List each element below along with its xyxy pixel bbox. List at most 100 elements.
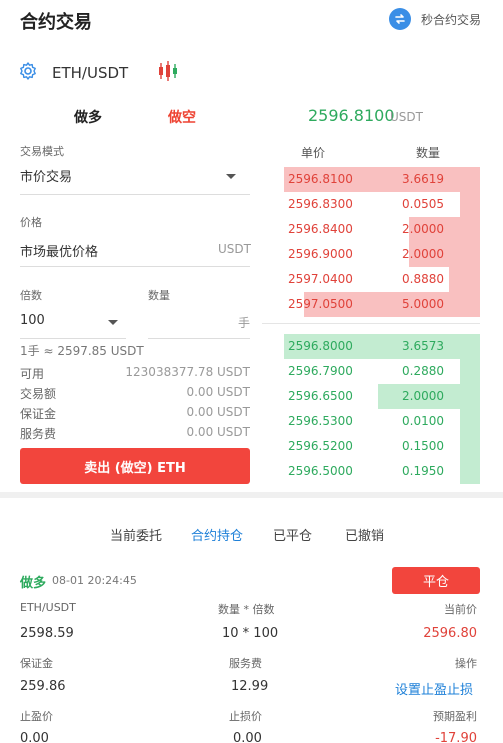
bid-qty: 0.2880: [402, 364, 444, 378]
tab-closed[interactable]: 已平仓: [273, 525, 312, 544]
bid-price: 2596.6500: [288, 389, 353, 403]
bid-row[interactable]: 2596.5000 0.1950: [262, 459, 480, 484]
qty-unit: 手: [238, 316, 251, 330]
gear-icon[interactable]: [18, 61, 38, 85]
ask-price: 2597.0400: [288, 272, 353, 286]
second-contract-label: 秒合约交易: [420, 12, 481, 27]
tab-positions[interactable]: 合约持仓: [191, 525, 243, 544]
candlestick-icon[interactable]: [156, 59, 180, 87]
mode-label: 交易模式: [20, 145, 64, 158]
margin-value: 0.00 USDT: [186, 405, 250, 419]
ask-row[interactable]: 2596.8100 3.6619: [262, 167, 480, 192]
sell-short-button[interactable]: 卖出 (做空) ETH: [20, 448, 250, 484]
ask-qty: 0.8880: [402, 272, 444, 286]
ask-row[interactable]: 2596.8300 0.0505: [262, 192, 480, 217]
margin-label: 保证金: [20, 407, 57, 421]
ask-price: 2596.9000: [288, 247, 353, 261]
bid-qty: 0.1500: [402, 439, 444, 453]
bid-price: 2596.5300: [288, 414, 353, 428]
action-label: 操作: [455, 657, 477, 670]
bid-row[interactable]: 2596.6500 2.0000: [262, 384, 480, 409]
amount-row: 交易额 0.00 USDT: [20, 385, 250, 402]
leverage-label: 倍数: [20, 289, 42, 302]
sl-label: 止损价: [229, 710, 262, 723]
mode-value: 市价交易: [20, 170, 73, 185]
bid-depth-bar: [460, 459, 480, 484]
bid-depth-bar: [460, 409, 480, 434]
qty-lev-value: 10 * 100: [222, 626, 279, 641]
current-price: 2596.80: [423, 626, 477, 641]
fee-value: 0.00 USDT: [186, 425, 250, 439]
ask-row[interactable]: 2596.8400 2.0000: [262, 217, 480, 242]
price-label: 价格: [20, 216, 42, 229]
bid-qty: 0.0100: [402, 414, 444, 428]
open-price: 2598.59: [20, 626, 74, 641]
bid-price: 2596.8000: [288, 339, 353, 353]
ask-qty: 0.0505: [402, 197, 444, 211]
swap-icon: [388, 8, 411, 30]
section-divider: [0, 492, 503, 498]
pair-selector[interactable]: ETH/USDT: [18, 60, 180, 86]
amount-value: 0.00 USDT: [186, 385, 250, 399]
sl-value: 0.00: [233, 731, 262, 743]
set-tp-sl-link[interactable]: 设置止盈止损: [395, 679, 473, 698]
tp-value: 0.00: [20, 731, 49, 743]
ask-price: 2597.0500: [288, 297, 353, 311]
ask-price: 2596.8400: [288, 222, 353, 236]
price-input[interactable]: 市场最优价格: [20, 241, 98, 260]
bid-price: 2596.5200: [288, 439, 353, 453]
price-unit: USDT: [218, 242, 251, 256]
ask-qty: 3.6619: [402, 172, 444, 186]
pnl-value: -17.90: [435, 731, 477, 743]
last-price: 2596.8100: [308, 106, 395, 125]
ob-qty-header: 数量: [416, 146, 441, 160]
pnl-label: 预期盈利: [433, 710, 477, 723]
ask-row[interactable]: 2597.0400 0.8880: [262, 267, 480, 292]
available-row: 可用 123038377.78 USDT: [20, 365, 250, 382]
fee-row: 服务费 0.00 USDT: [20, 425, 250, 442]
margin-value: 259.86: [20, 679, 66, 694]
pair-name: ETH/USDT: [52, 64, 129, 82]
ask-qty: 5.0000: [402, 297, 444, 311]
second-contract-button[interactable]: 秒合约交易: [388, 8, 481, 30]
tab-short[interactable]: 做空: [168, 107, 196, 127]
bid-depth-bar: [460, 434, 480, 459]
pair-label: ETH/USDT: [20, 601, 76, 614]
position-time: 08-01 20:24:45: [52, 574, 137, 587]
leverage-divider: [20, 338, 126, 339]
bid-qty: 0.1950: [402, 464, 444, 478]
qty-divider: [148, 338, 250, 339]
bid-row[interactable]: 2596.5300 0.0100: [262, 409, 480, 434]
bid-price: 2596.7900: [288, 364, 353, 378]
mode-divider: [20, 194, 250, 195]
mode-select[interactable]: 市价交易: [20, 166, 250, 190]
leverage-select[interactable]: 100: [20, 313, 124, 335]
bid-depth-bar: [460, 359, 480, 384]
bid-qty: 2.0000: [402, 389, 444, 403]
leverage-value: 100: [20, 313, 45, 328]
qty-lev-label: 数量 * 倍数: [218, 603, 275, 616]
ask-row[interactable]: 2597.0500 5.0000: [262, 292, 480, 317]
qty-label: 数量: [148, 289, 170, 302]
price-divider: [20, 266, 250, 267]
ask-qty: 2.0000: [402, 222, 444, 236]
ask-row[interactable]: 2596.9000 2.0000: [262, 242, 480, 267]
page-title: 合约交易: [20, 12, 92, 33]
position-direction: 做多: [20, 576, 47, 591]
ask-depth-bar: [449, 267, 480, 292]
bid-row[interactable]: 2596.5200 0.1500: [262, 434, 480, 459]
tab-cancelled[interactable]: 已撤销: [345, 525, 384, 544]
bid-price: 2596.5000: [288, 464, 353, 478]
last-price-unit: USDT: [390, 110, 423, 124]
qty-input[interactable]: [148, 313, 250, 335]
close-position-button[interactable]: 平仓: [392, 567, 480, 594]
lot-note: 1手 ≈ 2597.85 USDT: [20, 344, 144, 358]
ob-divider: [262, 323, 480, 324]
bid-row[interactable]: 2596.8000 3.6573: [262, 334, 480, 359]
tab-current-orders[interactable]: 当前委托: [110, 525, 162, 544]
tab-long[interactable]: 做多: [74, 107, 102, 127]
margin-label: 保证金: [20, 657, 53, 670]
bid-row[interactable]: 2596.7900 0.2880: [262, 359, 480, 384]
ask-price: 2596.8100: [288, 172, 353, 186]
amount-label: 交易额: [20, 387, 57, 401]
